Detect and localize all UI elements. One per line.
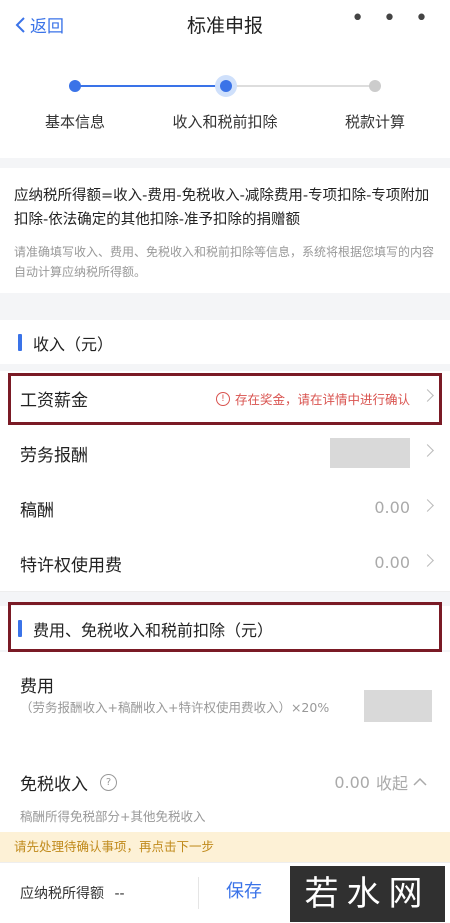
royalty-label: 稿酬 (20, 501, 54, 521)
chevron-right-icon (421, 444, 434, 457)
progress-stepper: 基本信息 收入和税前扣除 税款计算 (0, 48, 450, 158)
taxfree-value-wrap[interactable]: 0.00 收起 (334, 770, 428, 794)
taxable-value: -- (114, 886, 125, 902)
step-line-done (75, 85, 225, 87)
labor-label: 劳务报酬 (20, 446, 88, 466)
hint-text: 请准确填写收入、费用、免税收入和税前扣除等信息，系统将根据您填写的内容自动计算应… (14, 245, 435, 279)
taxfree-value: 0.00 (334, 772, 370, 792)
formula-panel: 应纳税所得额=收入-费用-免税收入-减除费用-专项扣除-专项附加扣除-依法确定的… (0, 168, 450, 293)
taxfree-label-wrap: 免税收入 ? (20, 770, 117, 795)
collapse-toggle: 收起 (375, 774, 408, 793)
step-dot-done (69, 80, 81, 92)
help-icon[interactable]: ? (100, 774, 117, 791)
labor-value-redacted (330, 438, 410, 468)
step-dot-current (220, 80, 232, 92)
chevron-up-icon (413, 777, 427, 786)
step-label-income: 收入和税前扣除 (172, 113, 278, 131)
row-franchise[interactable]: 特许权使用费 0.00 (0, 536, 450, 592)
chevron-right-icon (421, 499, 434, 512)
taxable-label: 应纳税所得额 (20, 886, 104, 902)
step-line-pending (225, 85, 375, 87)
step-label-basic: 基本信息 (44, 113, 105, 131)
fee-label: 费用 (20, 677, 54, 697)
fee-value-redacted (364, 690, 432, 722)
income-section-header: 收入（元） (0, 320, 450, 364)
more-icon[interactable]: • • • (351, 6, 434, 31)
fee-block[interactable]: 费用 （劳务报酬收入+稿酬收入+特许权使用费收入）×20% (0, 652, 450, 750)
nav-bar: 返回 标准申报 • • • (0, 0, 450, 48)
royalty-value: 0.00 (374, 498, 410, 517)
step-label-tax: 税款计算 (344, 113, 405, 131)
section-marker (18, 334, 22, 351)
pending-notice: 请先处理待确认事项，再点击下一步 (0, 832, 450, 862)
watermark-logo: 若水网 (290, 866, 445, 922)
franchise-value: 0.00 (374, 553, 410, 572)
fee-formula: （劳务报酬收入+稿酬收入+特许权使用费收入）×20% (20, 700, 330, 715)
highlight-frame-deductions (8, 602, 442, 652)
save-button[interactable]: 保存 (226, 877, 262, 903)
highlight-frame-salary (8, 373, 442, 425)
divider (198, 877, 199, 909)
franchise-label: 特许权使用费 (20, 556, 122, 576)
formula-text: 应纳税所得额=收入-费用-免税收入-减除费用-专项扣除-专项附加扣除-依法确定的… (14, 188, 430, 228)
row-labor[interactable]: 劳务报酬 (0, 426, 450, 482)
taxable-income: 应纳税所得额 -- (20, 883, 125, 903)
row-royalty[interactable]: 稿酬 0.00 (0, 481, 450, 537)
taxfree-label: 免税收入 (20, 775, 88, 795)
income-section-title: 收入（元） (33, 335, 114, 354)
chevron-right-icon (421, 554, 434, 567)
taxfree-note: 稿酬所得免税部分+其他免税收入 (20, 809, 206, 824)
taxfree-block: 免税收入 ? 0.00 收起 稿酬所得免税部分+其他免税收入 (0, 750, 450, 832)
step-dot-pending (369, 80, 381, 92)
